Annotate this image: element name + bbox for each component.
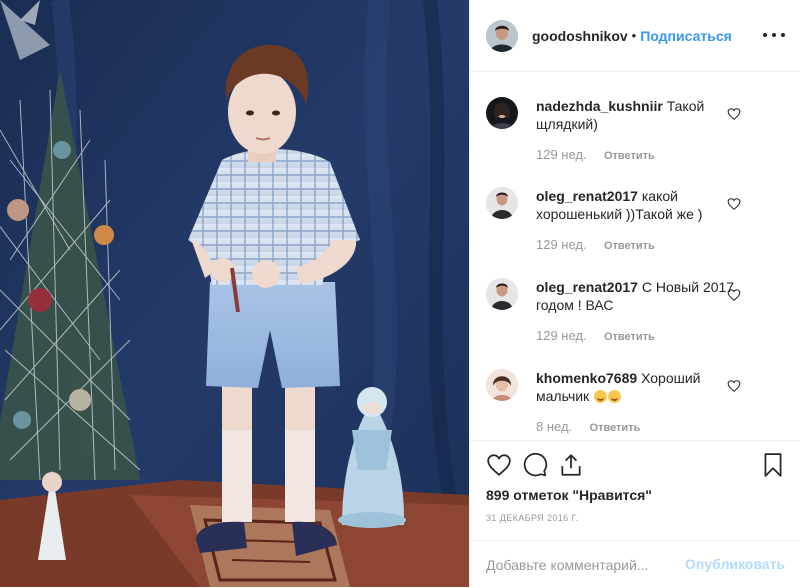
comment-meta: 129 нед. Ответить: [536, 237, 655, 252]
post-container: goodoshnikov • Подписаться nadezhda_kush…: [0, 0, 800, 587]
comment-reply-button[interactable]: Ответить: [590, 422, 641, 434]
comment-like-heart-icon[interactable]: [727, 288, 741, 302]
comment-time: 129 нед.: [536, 328, 587, 343]
share-icon[interactable]: [558, 452, 584, 478]
comment-like-heart-icon[interactable]: [727, 197, 741, 211]
comment-time: 8 нед.: [536, 419, 573, 434]
post-date[interactable]: 31 ДЕКАБРЯ 2016 Г.: [486, 513, 579, 523]
comment-text-block: nadezhda_kushniir Такой щлядкий): [536, 97, 746, 133]
post-side-panel: goodoshnikov • Подписаться nadezhda_kush…: [469, 0, 800, 587]
comment-text-block: khomenko7689 Хороший мальчик: [536, 369, 746, 405]
comment-meta: 129 нед. Ответить: [536, 328, 655, 343]
comment-username[interactable]: nadezhda_kushniir: [536, 98, 663, 114]
comment-meta: 8 нед. Ответить: [536, 419, 640, 434]
author-username[interactable]: goodoshnikov: [532, 28, 628, 44]
commenter-avatar[interactable]: [486, 187, 518, 219]
comment-text-block: oleg_renat2017 какой хорошенький ))Такой…: [536, 187, 746, 223]
heart-icon[interactable]: [486, 452, 512, 478]
commenter-avatar[interactable]: [486, 278, 518, 310]
commenter-avatar[interactable]: [486, 369, 518, 401]
comment-like-heart-icon[interactable]: [727, 107, 741, 121]
comment-reply-button[interactable]: Ответить: [604, 150, 655, 162]
comments-list[interactable]: nadezhda_kushniir Такой щлядкий) 129 нед…: [470, 73, 800, 439]
photo-image: [0, 0, 469, 587]
comment-reply-button[interactable]: Ответить: [604, 331, 655, 343]
bookmark-icon[interactable]: [760, 452, 786, 478]
smiling-halo-emoji-icon: [608, 390, 622, 403]
header-separator-dot: •: [631, 28, 637, 43]
author-avatar[interactable]: [486, 19, 518, 52]
comment-time: 129 нед.: [536, 237, 587, 252]
comment-username[interactable]: oleg_renat2017: [536, 188, 638, 204]
comment-input[interactable]: [486, 555, 686, 575]
comment-reply-button[interactable]: Ответить: [604, 240, 655, 252]
publish-button[interactable]: Опубликовать: [685, 556, 785, 572]
smiling-face-emoji-icon: [594, 390, 608, 403]
comment-like-heart-icon[interactable]: [727, 379, 741, 393]
comment-text-block: oleg_renat2017 С Новый 2017 годом ! ВАС: [536, 278, 746, 314]
post-photo[interactable]: [0, 0, 469, 587]
likes-count[interactable]: 899 отметок "Нравится": [486, 487, 652, 503]
add-comment-bar: Опубликовать: [470, 540, 800, 588]
comment-meta: 129 нед. Ответить: [536, 147, 655, 162]
comment-username[interactable]: oleg_renat2017: [536, 279, 638, 295]
comment-icon[interactable]: [522, 452, 548, 478]
post-header: goodoshnikov • Подписаться: [470, 0, 800, 72]
follow-button[interactable]: Подписаться: [640, 28, 732, 44]
more-options-icon[interactable]: [763, 26, 785, 44]
comment-time: 129 нед.: [536, 147, 587, 162]
post-actions-section: 899 отметок "Нравится" 31 ДЕКАБРЯ 2016 Г…: [470, 440, 800, 587]
commenter-avatar[interactable]: [486, 97, 518, 129]
comment-username[interactable]: khomenko7689: [536, 370, 637, 386]
